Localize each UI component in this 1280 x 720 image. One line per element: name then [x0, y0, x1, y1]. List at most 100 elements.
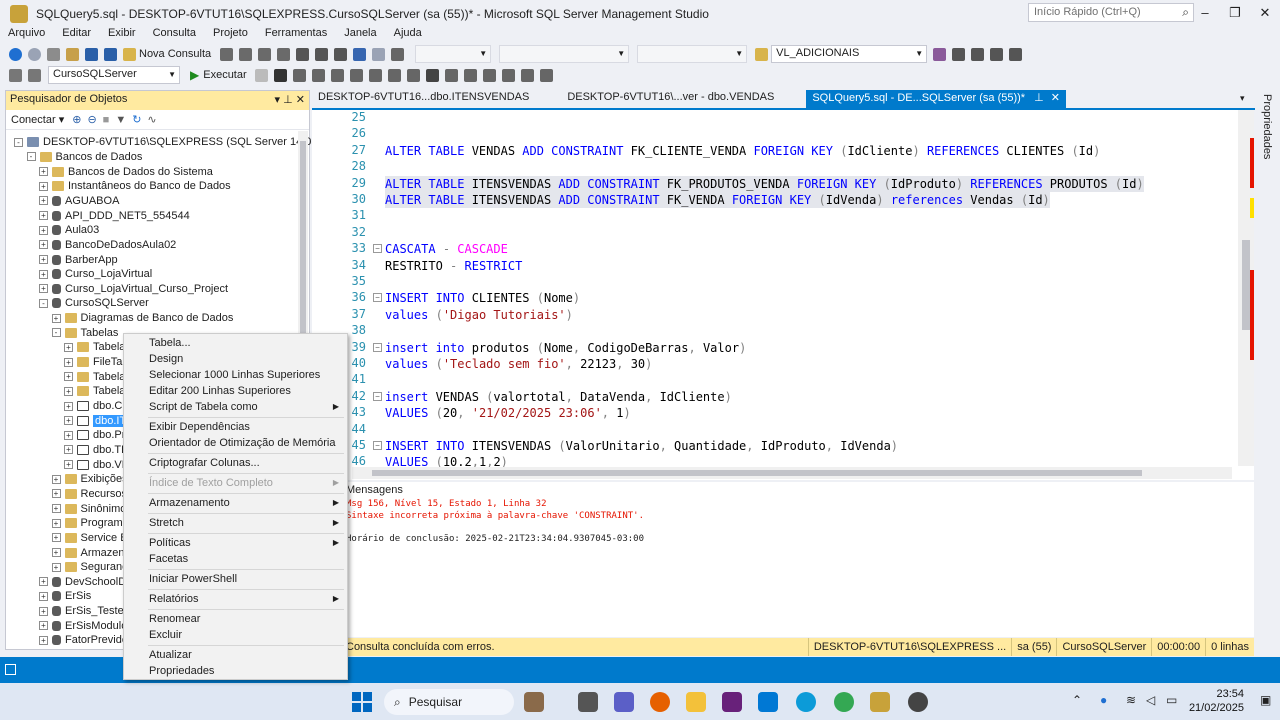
display-plan-icon[interactable] — [292, 68, 306, 82]
menu-consulta[interactable]: Consulta — [153, 27, 196, 43]
comment-icon[interactable] — [463, 68, 477, 82]
code-line[interactable]: ALTER TABLE VENDAS ADD CONSTRAINT FK_CLI… — [385, 143, 1100, 159]
tree-node[interactable]: + Exibições — [51, 472, 128, 487]
edge-icon[interactable] — [796, 692, 816, 712]
tab-sqlquery5[interactable]: SQLQuery5.sql - DE...SQLServer (sa (55))… — [806, 90, 1067, 108]
expand-icon[interactable]: + — [39, 284, 48, 294]
results-grid-icon[interactable] — [425, 68, 439, 82]
execute-button[interactable]: ▶ Executar — [190, 68, 247, 82]
redo-icon[interactable] — [372, 47, 386, 61]
tab-list-dropdown-icon[interactable]: ▾ — [1240, 93, 1245, 104]
editor-horizontal-scrollbar[interactable] — [352, 467, 1232, 479]
github-icon[interactable] — [908, 692, 928, 712]
expand-icon[interactable]: + — [39, 225, 48, 235]
tab-vendas[interactable]: DESKTOP-6VTUT16\...ver - dbo.VENDAS — [561, 90, 780, 108]
new-query-button[interactable]: Nova Consulta — [139, 48, 211, 60]
expand-icon[interactable]: + — [64, 416, 73, 426]
tree-node[interactable]: + ErSisModuloG — [39, 618, 136, 633]
live-stats-icon[interactable] — [368, 68, 382, 82]
messages-tab[interactable]: Mensagens — [346, 484, 403, 496]
tree-node[interactable]: + Programaç — [51, 516, 134, 531]
tree-node[interactable]: + Aula03 — [39, 223, 99, 238]
context-menu-item[interactable]: Renomear — [125, 611, 346, 627]
microphone-icon[interactable]: ● — [1100, 693, 1107, 707]
toolbox-icon[interactable] — [971, 47, 985, 61]
expand-icon[interactable]: + — [39, 196, 48, 206]
tree-node[interactable]: + Tabelas — [64, 340, 131, 355]
menu-arquivo[interactable]: Arquivo — [8, 27, 45, 43]
tray-chevron-icon[interactable]: ⌃ — [1072, 693, 1082, 707]
pin-icon[interactable]: ⊥ — [283, 94, 293, 106]
start-icon[interactable] — [352, 692, 372, 712]
expand-icon[interactable]: + — [39, 240, 48, 250]
expand-icon[interactable]: + — [39, 269, 48, 279]
teams-icon[interactable] — [614, 692, 634, 712]
context-menu-item[interactable]: Design — [125, 351, 346, 367]
client-stats-icon[interactable] — [387, 68, 401, 82]
properties-rail[interactable]: Propriedades — [1256, 90, 1280, 650]
toolbar-options-icon[interactable] — [1009, 47, 1023, 61]
query-editor[interactable]: 25 26 27 ALTER TABLE VENDAS ADD CONSTRAINT … — [312, 110, 1254, 480]
code-line[interactable]: ALTER TABLE ITENSVENDAS ADD CONSTRAINT F… — [385, 192, 1050, 209]
stop-filter-icon[interactable]: ■ — [103, 114, 110, 126]
menu-editar[interactable]: Editar — [62, 27, 91, 43]
menu-projeto[interactable]: Projeto — [213, 27, 248, 43]
wifi-icon[interactable]: ≋ — [1126, 693, 1136, 707]
code-line[interactable]: values ('Teclado sem fio', 22123, 30) — [385, 356, 652, 372]
context-menu-item[interactable]: Excluir — [125, 627, 346, 643]
find-icon[interactable] — [755, 47, 769, 61]
taskbar-clock[interactable]: 23:54 21/02/2025 — [1189, 687, 1244, 715]
tree-node[interactable]: + Bancos de Dados do Sistema — [39, 164, 213, 179]
tree-node[interactable]: - Tabelas — [51, 325, 118, 340]
expand-icon[interactable]: + — [64, 357, 73, 367]
context-menu-item[interactable]: Editar 200 Linhas Superiores — [125, 383, 346, 399]
expand-icon[interactable]: + — [64, 430, 73, 440]
tree-node[interactable]: + Instantâneos do Banco de Dados — [39, 179, 231, 194]
dmx-query-icon[interactable] — [239, 47, 253, 61]
file-explorer-icon[interactable] — [686, 692, 706, 712]
database-combo[interactable]: CursoSQLServer ▼ — [48, 66, 180, 84]
paste-icon[interactable] — [334, 47, 348, 61]
expand-icon[interactable]: + — [39, 167, 48, 177]
context-menu-item[interactable]: Relatórios ▶ — [125, 591, 346, 607]
template-explorer-icon[interactable] — [990, 47, 1004, 61]
filter-icon[interactable]: ▼ — [115, 114, 126, 126]
context-menu-item[interactable]: Exibir Dependências — [125, 419, 346, 435]
save-all-icon[interactable] — [104, 47, 117, 61]
tree-node[interactable]: - Bancos de Dados — [26, 150, 142, 165]
dax-query-icon[interactable] — [277, 47, 291, 61]
expand-icon[interactable]: + — [39, 591, 48, 601]
intellisense-icon[interactable] — [330, 68, 344, 82]
solution-explorer-icon[interactable] — [933, 47, 947, 61]
collapse-icon[interactable]: - — [51, 328, 61, 338]
tree-node[interactable]: + BancoDeDadosAula02 — [39, 238, 176, 253]
minimize-icon[interactable]: – — [1190, 0, 1220, 26]
outdent-icon[interactable] — [501, 68, 515, 82]
tree-node[interactable]: - CursoSQLServer — [39, 296, 149, 311]
code-line[interactable]: INSERT INTO ITENSVENDAS (ValorUnitario, … — [385, 438, 898, 454]
task-view-icon[interactable] — [578, 692, 598, 712]
tree-node[interactable]: + Tabelas — [64, 384, 131, 399]
fold-icon[interactable]: − — [373, 441, 382, 450]
visual-studio-icon[interactable] — [722, 692, 742, 712]
expand-icon[interactable]: + — [51, 489, 61, 499]
refresh-icon[interactable]: ↻ — [132, 113, 141, 126]
quick-launch-input[interactable]: Início Rápido (Ctrl+Q) ⌕ — [1028, 3, 1194, 22]
expand-icon[interactable]: + — [51, 313, 61, 323]
context-menu-item[interactable]: Orientador de Otimização de Memória — [125, 435, 346, 451]
menu-ferramentas[interactable]: Ferramentas — [265, 27, 327, 43]
collapse-icon[interactable]: - — [39, 298, 48, 308]
context-menu-item[interactable]: Propriedades — [125, 663, 346, 679]
platform-combo[interactable]: ▼ — [499, 45, 630, 63]
tree-node[interactable]: + DevSchoolDa — [39, 575, 132, 590]
context-menu-item[interactable]: Criptografar Colunas... — [125, 455, 346, 471]
undo-icon[interactable] — [353, 47, 367, 61]
expand-icon[interactable]: + — [39, 635, 48, 645]
results-file-icon[interactable] — [444, 68, 458, 82]
ssms-taskbar-icon[interactable] — [870, 692, 890, 712]
menu-ajuda[interactable]: Ajuda — [394, 27, 422, 43]
code-line[interactable]: CASCATA - CASCADE — [385, 241, 508, 257]
activity-icon[interactable]: ∿ — [147, 113, 156, 126]
tree-node[interactable]: + Sinônimos — [51, 501, 132, 516]
collapse-icon[interactable]: - — [26, 152, 36, 162]
